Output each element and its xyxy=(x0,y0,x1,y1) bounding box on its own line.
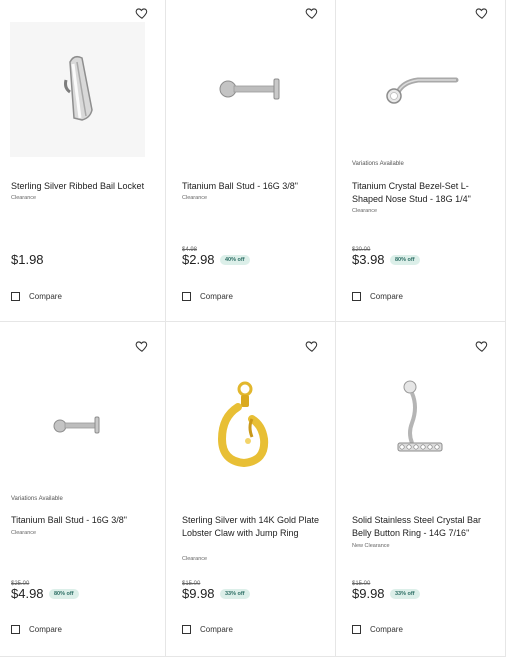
product-image[interactable] xyxy=(10,22,145,157)
heart-icon[interactable] xyxy=(475,6,489,20)
heart-icon[interactable] xyxy=(475,339,489,353)
compare-checkbox[interactable]: Compare xyxy=(352,292,403,301)
compare-checkbox[interactable]: Compare xyxy=(182,292,233,301)
product-image[interactable] xyxy=(178,357,313,492)
checkbox-icon[interactable] xyxy=(352,292,361,301)
compare-label: Compare xyxy=(200,292,233,301)
product-image[interactable] xyxy=(10,357,145,492)
product-card[interactable]: Variations Available Titanium Ball Stud … xyxy=(0,322,166,657)
lobster-claw-image xyxy=(217,381,269,468)
product-image[interactable] xyxy=(348,357,483,492)
product-card[interactable]: Sterling Silver with 14K Gold Plate Lobs… xyxy=(166,322,336,657)
product-title[interactable]: Titanium Ball Stud - 16G 3/8" xyxy=(182,180,327,193)
product-price: $3.98 xyxy=(352,252,385,267)
discount-badge: 80% off xyxy=(390,255,420,265)
checkbox-icon[interactable] xyxy=(352,625,361,634)
compare-checkbox[interactable]: Compare xyxy=(182,625,233,634)
nose-stud-image xyxy=(386,77,459,104)
checkbox-icon[interactable] xyxy=(182,625,191,634)
compare-checkbox[interactable]: Compare xyxy=(11,292,62,301)
clearance-tag: Clearance xyxy=(11,195,37,201)
product-title[interactable]: Titanium Crystal Bezel-Set L-Shaped Nose… xyxy=(352,180,497,206)
checkbox-icon[interactable] xyxy=(11,625,20,634)
compare-label: Compare xyxy=(29,625,62,634)
heart-icon[interactable] xyxy=(135,6,149,20)
clearance-tag: Clearance xyxy=(182,556,208,562)
product-price: $1.98 xyxy=(11,252,44,267)
discount-badge: 33% off xyxy=(390,589,420,599)
variations-label: Variations Available xyxy=(11,496,63,502)
compare-label: Compare xyxy=(29,292,62,301)
clearance-tag: Clearance xyxy=(182,195,208,201)
product-grid: Sterling Silver Ribbed Bail Locket Clear… xyxy=(0,0,506,657)
variations-label: Variations Available xyxy=(352,161,404,167)
clearance-tag: Clearance xyxy=(11,530,37,536)
compare-checkbox[interactable]: Compare xyxy=(11,625,62,634)
heart-icon[interactable] xyxy=(135,339,149,353)
product-price: $2.98 xyxy=(182,252,215,267)
product-title[interactable]: Solid Stainless Steel Crystal Bar Belly … xyxy=(352,514,497,540)
product-price: $9.98 xyxy=(182,586,215,601)
product-price: $9.98 xyxy=(352,586,385,601)
heart-icon[interactable] xyxy=(305,6,319,20)
compare-label: Compare xyxy=(200,625,233,634)
checkbox-icon[interactable] xyxy=(182,292,191,301)
discount-badge: 40% off xyxy=(220,255,250,265)
product-title[interactable]: Sterling Silver Ribbed Bail Locket xyxy=(11,180,156,193)
heart-icon[interactable] xyxy=(305,339,319,353)
compare-label: Compare xyxy=(370,292,403,301)
product-image[interactable] xyxy=(348,22,483,157)
checkbox-icon[interactable] xyxy=(11,292,20,301)
belly-ring-image xyxy=(397,380,443,452)
product-card[interactable]: Titanium Ball Stud - 16G 3/8" Clearance … xyxy=(166,0,336,322)
compare-checkbox[interactable]: Compare xyxy=(352,625,403,634)
clearance-tag: New Clearance xyxy=(352,543,390,549)
product-title[interactable]: Titanium Ball Stud - 16G 3/8" xyxy=(11,514,156,527)
product-card[interactable]: Variations Available Titanium Crystal Be… xyxy=(336,0,506,322)
product-price: $4.98 xyxy=(11,586,44,601)
product-title[interactable]: Sterling Silver with 14K Gold Plate Lobs… xyxy=(182,514,327,540)
ball-stud-image xyxy=(53,416,100,434)
product-image[interactable] xyxy=(178,22,313,157)
product-card[interactable]: Solid Stainless Steel Crystal Bar Belly … xyxy=(336,322,506,657)
discount-badge: 80% off xyxy=(49,589,79,599)
ball-stud-image xyxy=(219,78,280,100)
compare-label: Compare xyxy=(370,625,403,634)
clearance-tag: Clearance xyxy=(352,208,378,214)
product-card[interactable]: Sterling Silver Ribbed Bail Locket Clear… xyxy=(0,0,166,322)
bail-locket-image xyxy=(10,22,145,157)
discount-badge: 33% off xyxy=(220,589,250,599)
